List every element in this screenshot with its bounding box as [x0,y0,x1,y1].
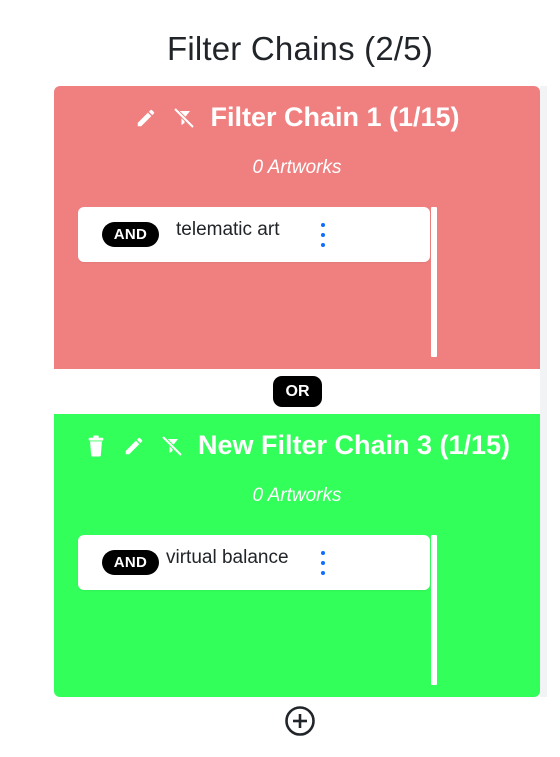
chain-title: Filter Chain 1 (1/15) [210,102,460,132]
chain-header: New Filter Chain 3 (1/15) [54,430,540,461]
artwork-count: 0 Artworks [252,485,342,506]
filter-off-icon[interactable] [172,106,196,130]
kebab-menu-icon[interactable] [318,551,328,575]
filter-item: AND telematic art [78,207,430,262]
pencil-icon[interactable] [134,106,158,130]
filter-label: telematic art [176,219,280,240]
or-connector: OR [54,369,540,414]
filter-item: AND virtual balance [78,535,430,590]
chain-title: New Filter Chain 3 (1/15) [197,430,511,460]
and-badge[interactable]: AND [102,550,159,575]
filters-scrollbar[interactable] [431,535,437,685]
filter-chain-card: New Filter Chain 3 (1/15) 0 Artworks AND… [54,414,540,697]
pencil-icon[interactable] [122,434,146,458]
or-badge[interactable]: OR [273,376,322,407]
page-scrollbar[interactable] [540,86,547,697]
filter-chain-card: Filter Chain 1 (1/15) 0 Artworks AND tel… [54,86,540,369]
chain-header: Filter Chain 1 (1/15) [54,102,540,133]
trash-icon[interactable] [84,434,108,458]
plus-circle-icon [285,706,315,736]
kebab-menu-icon[interactable] [318,223,328,247]
add-chain-button[interactable] [284,705,316,737]
filters-list: AND virtual balance [78,535,438,685]
page-title: Filter Chains (2/5) [166,30,434,67]
and-badge[interactable]: AND [102,222,159,247]
filters-scrollbar[interactable] [431,207,437,357]
filter-off-icon[interactable] [160,434,184,458]
filters-list: AND telematic art [78,207,438,357]
filter-label: virtual balance [166,547,289,568]
chains-scroll-container[interactable]: Filter Chain 1 (1/15) 0 Artworks AND tel… [54,86,540,697]
artwork-count: 0 Artworks [252,157,342,178]
